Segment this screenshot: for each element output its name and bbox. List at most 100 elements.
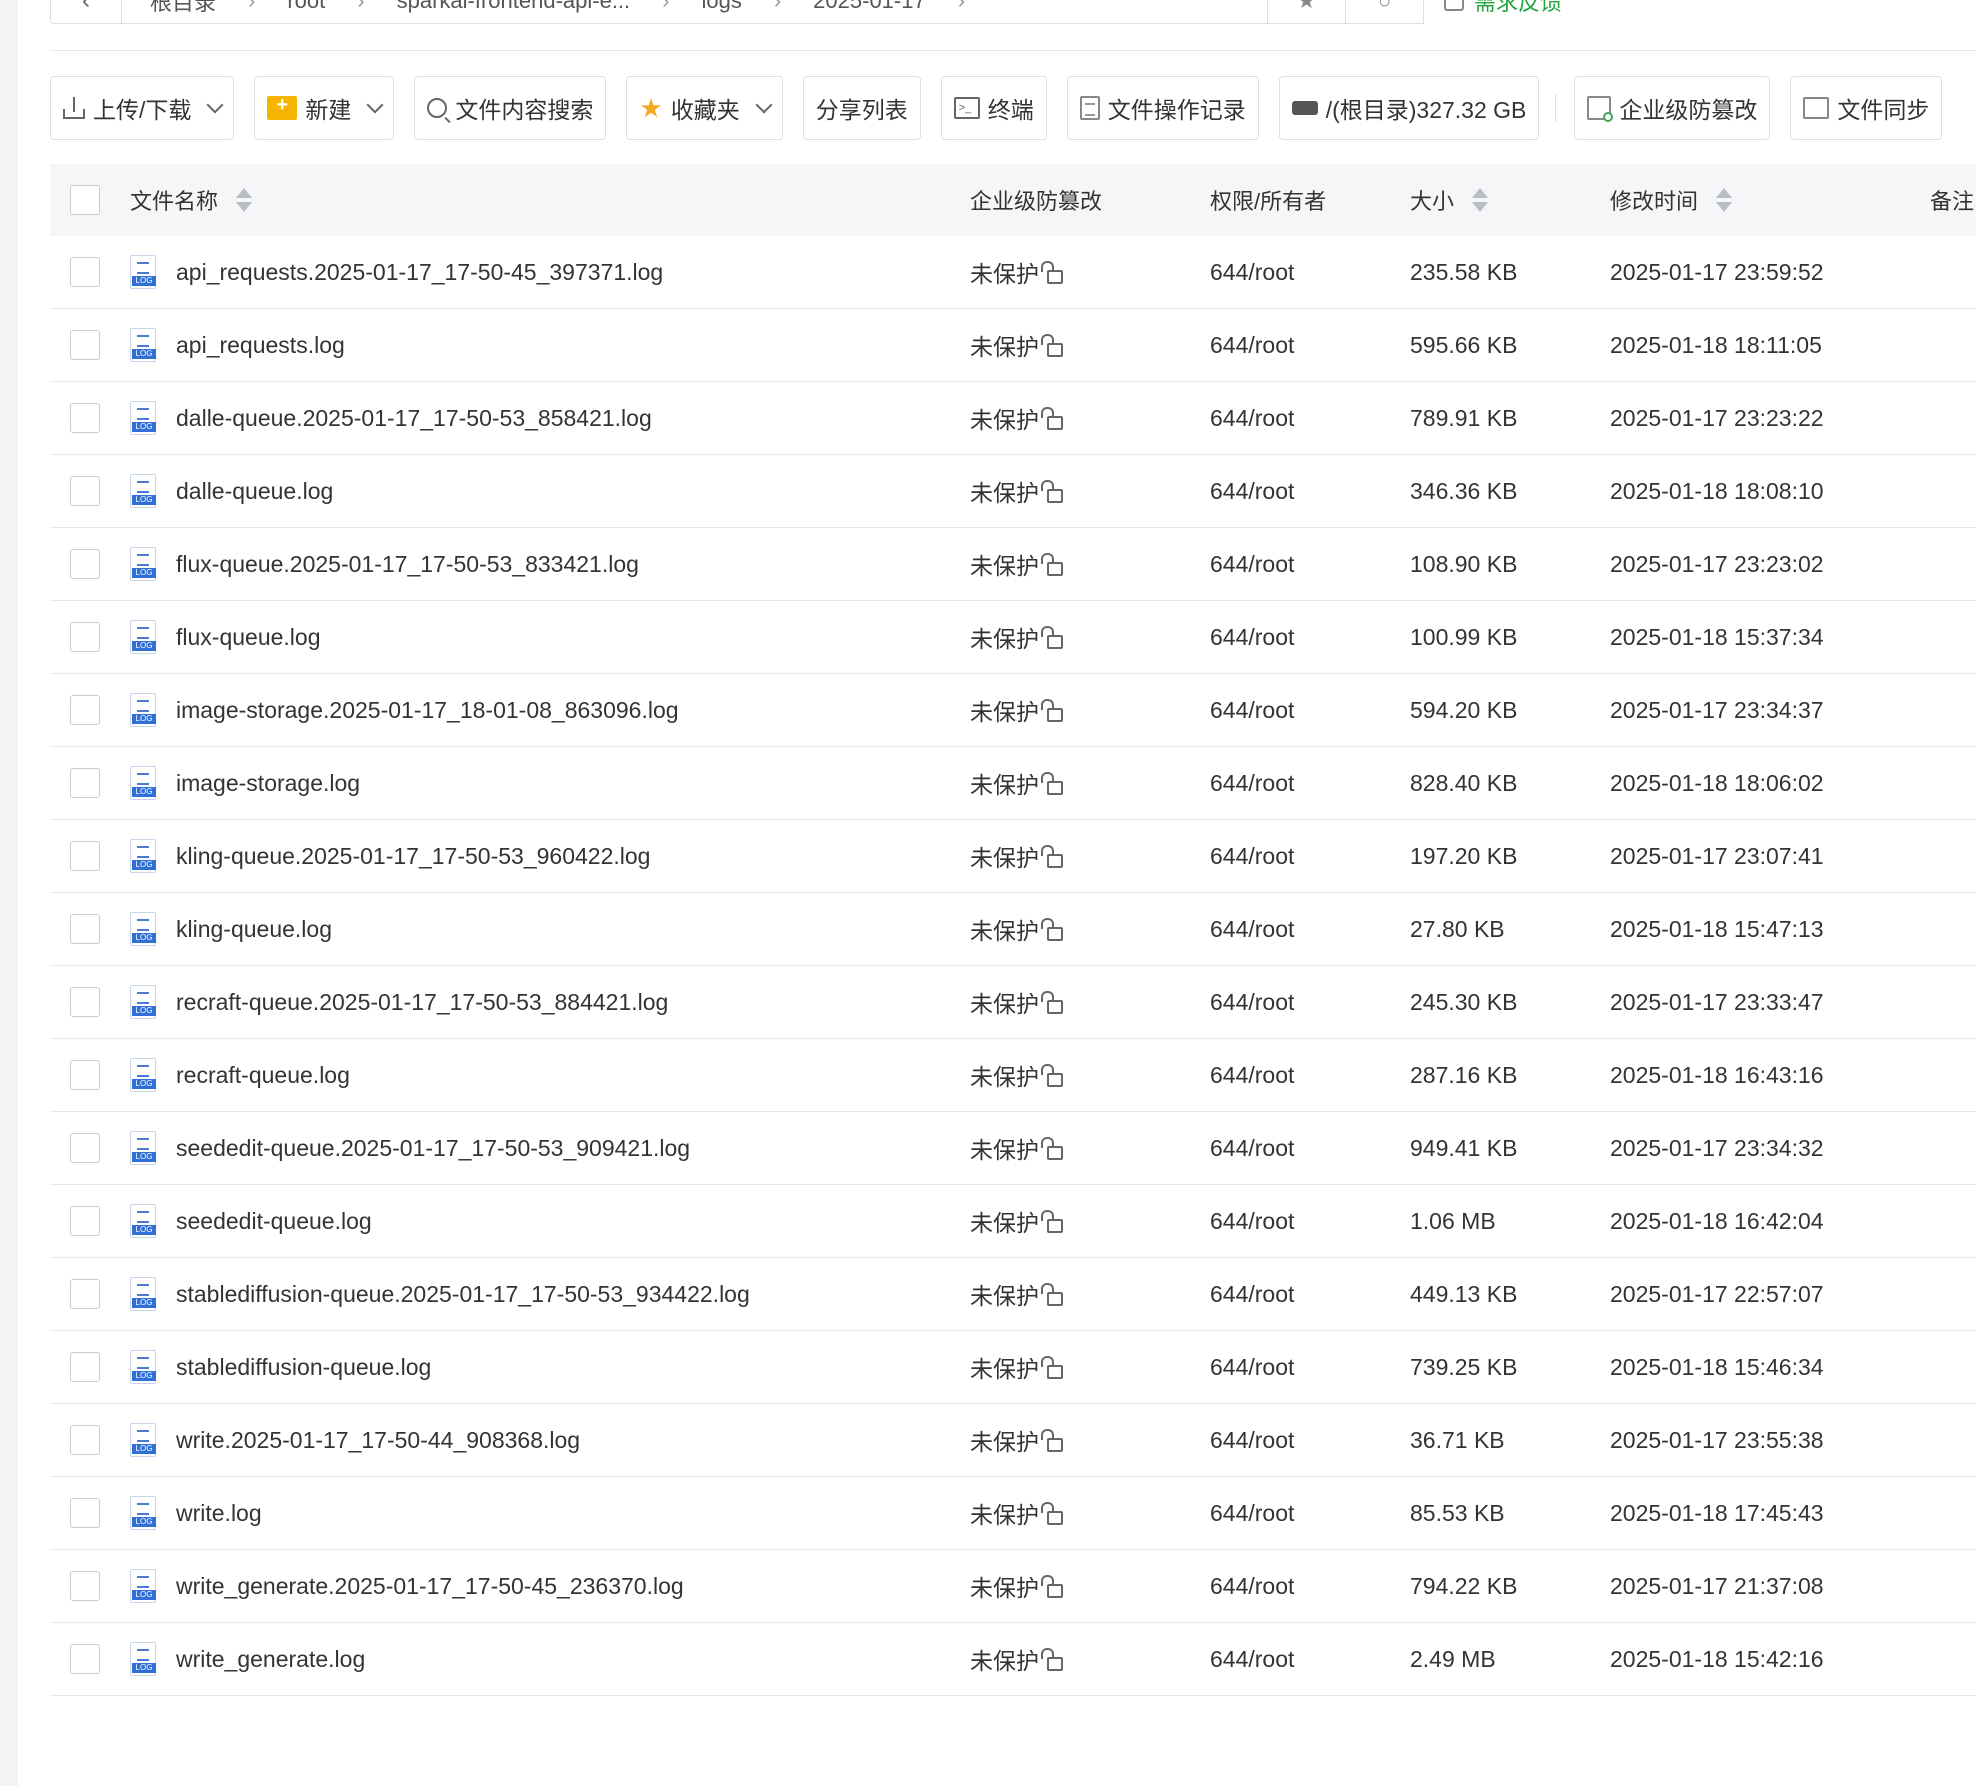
row-checkbox[interactable] — [70, 549, 100, 579]
tamper-status[interactable]: 未保护 — [970, 401, 1039, 435]
file-name[interactable]: kling-queue.log — [176, 916, 332, 943]
file-name-cell[interactable]: LOG dalle-queue.log — [130, 455, 333, 527]
permission-cell[interactable]: 644/root — [1210, 966, 1294, 1038]
permission-cell[interactable]: 644/root — [1210, 1258, 1294, 1330]
permission-cell[interactable]: 644/root — [1210, 601, 1294, 673]
file-name[interactable]: api_requests.2025-01-17_17-50-45_397371.… — [176, 259, 663, 286]
breadcrumb-logs[interactable]: logs — [683, 0, 759, 14]
new-button[interactable]: 新建 — [254, 76, 395, 140]
feedback-link[interactable]: 需求反馈 — [1444, 0, 1562, 17]
table-row[interactable]: LOG recraft-queue.log 未保护 644/root 287.16 KB… — [50, 1039, 1976, 1112]
tamper-status-cell[interactable]: 未保护 — [970, 236, 1063, 308]
row-checkbox[interactable] — [70, 1352, 100, 1382]
row-checkbox[interactable] — [70, 1498, 100, 1528]
unlock-icon[interactable] — [1041, 1575, 1063, 1598]
content-search-button[interactable]: 文件内容搜索 — [414, 76, 607, 140]
permission-cell[interactable]: 644/root — [1210, 382, 1294, 454]
table-row[interactable]: LOG kling-queue.2025-01-17_17-50-53_96042… — [50, 820, 1976, 893]
header-name[interactable]: 文件名称 — [130, 164, 253, 236]
permission[interactable]: 644/root — [1210, 770, 1294, 797]
file-name[interactable]: recraft-queue.2025-01-17_17-50-53_884421… — [176, 989, 668, 1016]
unlock-icon[interactable] — [1041, 1502, 1063, 1525]
row-checkbox[interactable] — [70, 1571, 100, 1601]
row-checkbox[interactable] — [70, 1133, 100, 1163]
file-name[interactable]: api_requests.log — [176, 332, 345, 359]
permission-cell[interactable]: 644/root — [1210, 820, 1294, 892]
permission[interactable]: 644/root — [1210, 1500, 1294, 1527]
unlock-icon[interactable] — [1041, 1356, 1063, 1379]
permission-cell[interactable]: 644/root — [1210, 1623, 1294, 1695]
row-checkbox[interactable] — [70, 1279, 100, 1309]
file-name-cell[interactable]: LOG write_generate.2025-01-17_17-50-45_23… — [130, 1550, 684, 1622]
permission[interactable]: 644/root — [1210, 624, 1294, 651]
row-checkbox[interactable] — [70, 476, 100, 506]
file-name-cell[interactable]: LOG kling-queue.2025-01-17_17-50-53_96042… — [130, 820, 650, 892]
tamper-status[interactable]: 未保护 — [970, 1058, 1039, 1092]
file-name[interactable]: image-storage.log — [176, 770, 360, 797]
tamper-status-cell[interactable]: 未保护 — [970, 382, 1063, 454]
permission[interactable]: 644/root — [1210, 1135, 1294, 1162]
file-name-cell[interactable]: LOG write_generate.log — [130, 1623, 365, 1695]
tamper-status-cell[interactable]: 未保护 — [970, 309, 1063, 381]
select-all-checkbox[interactable] — [70, 185, 100, 215]
permission-cell[interactable]: 644/root — [1210, 1331, 1294, 1403]
table-row[interactable]: LOG write.log 未保护 644/root 85.53 KB 2025-01-1… — [50, 1477, 1976, 1550]
permission-cell[interactable]: 644/root — [1210, 1404, 1294, 1476]
file-name-cell[interactable]: LOG seededit-queue.2025-01-17_17-50-53_90… — [130, 1112, 690, 1184]
permission[interactable]: 644/root — [1210, 1281, 1294, 1308]
tamper-status-cell[interactable]: 未保护 — [970, 601, 1063, 673]
back-button[interactable]: ‹ — [50, 0, 122, 24]
file-name[interactable]: image-storage.2025-01-17_18-01-08_863096… — [176, 697, 679, 724]
tamper-status[interactable]: 未保护 — [970, 620, 1039, 654]
permission-cell[interactable]: 644/root — [1210, 1550, 1294, 1622]
file-name[interactable]: flux-queue.log — [176, 624, 321, 651]
breadcrumb-root[interactable]: root — [269, 0, 343, 14]
tamper-status[interactable]: 未保护 — [970, 547, 1039, 581]
file-name[interactable]: stablediffusion-queue.log — [176, 1354, 431, 1381]
permission-cell[interactable]: 644/root — [1210, 455, 1294, 527]
unlock-icon[interactable] — [1041, 991, 1063, 1014]
unlock-icon[interactable] — [1041, 1210, 1063, 1233]
tamper-status[interactable]: 未保护 — [970, 1423, 1039, 1457]
tamper-status[interactable]: 未保护 — [970, 985, 1039, 1019]
tamper-status[interactable]: 未保护 — [970, 912, 1039, 946]
table-row[interactable]: LOG api_requests.log 未保护 644/root 595.66 KB 2… — [50, 309, 1976, 382]
breadcrumb-root-dir[interactable]: 根目录 — [132, 0, 234, 17]
file-name-cell[interactable]: LOG flux-queue.log — [130, 601, 321, 673]
table-row[interactable]: LOG seededit-queue.2025-01-17_17-50-53_90… — [50, 1112, 1976, 1185]
unlock-icon[interactable] — [1041, 1648, 1063, 1671]
file-sync-button[interactable]: 文件同步 — [1790, 76, 1943, 140]
table-row[interactable]: LOG stablediffusion-queue.log 未保护 644/root 7… — [50, 1331, 1976, 1404]
file-name[interactable]: dalle-queue.log — [176, 478, 333, 505]
unlock-icon[interactable] — [1041, 407, 1063, 430]
permission-cell[interactable]: 644/root — [1210, 1185, 1294, 1257]
breadcrumb-project[interactable]: sparkai-frontend-api-e... — [379, 0, 649, 14]
unlock-icon[interactable] — [1041, 1283, 1063, 1306]
permission-cell[interactable]: 644/root — [1210, 747, 1294, 819]
file-name[interactable]: flux-queue.2025-01-17_17-50-53_833421.lo… — [176, 551, 639, 578]
permission[interactable]: 644/root — [1210, 1646, 1294, 1673]
tamper-status[interactable]: 未保护 — [970, 1131, 1039, 1165]
unlock-icon[interactable] — [1041, 480, 1063, 503]
file-name[interactable]: write.log — [176, 1500, 262, 1527]
permission[interactable]: 644/root — [1210, 1354, 1294, 1381]
permission[interactable]: 644/root — [1210, 1573, 1294, 1600]
permission[interactable]: 644/root — [1210, 843, 1294, 870]
file-name-cell[interactable]: LOG recraft-queue.2025-01-17_17-50-53_884… — [130, 966, 668, 1038]
permission-cell[interactable]: 644/root — [1210, 1112, 1294, 1184]
tamper-status[interactable]: 未保护 — [970, 766, 1039, 800]
file-name-cell[interactable]: LOG kling-queue.log — [130, 893, 332, 965]
row-checkbox[interactable] — [70, 841, 100, 871]
row-checkbox[interactable] — [70, 330, 100, 360]
tamper-status[interactable]: 未保护 — [970, 255, 1039, 289]
disk-button[interactable]: /(根目录)327.32 GB — [1278, 76, 1540, 140]
terminal-button[interactable]: >_ 终端 — [940, 76, 1047, 140]
table-row[interactable]: LOG flux-queue.2025-01-17_17-50-53_833421… — [50, 528, 1976, 601]
unlock-icon[interactable] — [1041, 1137, 1063, 1160]
permission-cell[interactable]: 644/root — [1210, 674, 1294, 746]
tamper-status[interactable]: 未保护 — [970, 1204, 1039, 1238]
tamper-status[interactable]: 未保护 — [970, 1277, 1039, 1311]
row-checkbox[interactable] — [70, 622, 100, 652]
tamper-status-cell[interactable]: 未保护 — [970, 820, 1063, 892]
refresh-button[interactable]: ○ — [1346, 0, 1424, 24]
